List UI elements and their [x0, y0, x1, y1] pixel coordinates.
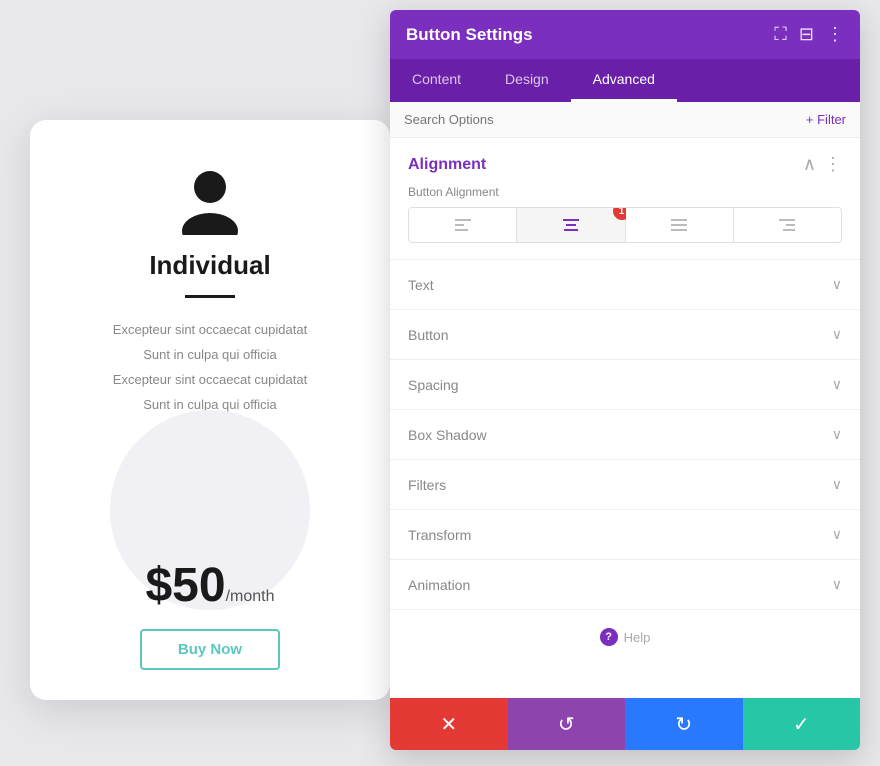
panel-tabs: Content Design Advanced [390, 59, 860, 102]
collapse-text[interactable]: Text ∨ [390, 259, 860, 309]
collapse-animation-label: Animation [408, 577, 470, 593]
align-left-button[interactable] [409, 208, 517, 242]
panel-title: Button Settings [406, 25, 533, 45]
collapse-box-shadow[interactable]: Box Shadow ∨ [390, 409, 860, 459]
collapse-button[interactable]: Button ∨ [390, 309, 860, 359]
feature-item: Sunt in culpa qui officia [60, 347, 360, 362]
collapse-animation-arrow: ∨ [832, 576, 842, 593]
features-list: Excepteur sint occaecat cupidatat Sunt i… [60, 322, 360, 422]
tab-content[interactable]: Content [390, 59, 483, 102]
divider [185, 295, 235, 298]
help-label: Help [624, 630, 651, 645]
feature-item: Excepteur sint occaecat cupidatat [60, 372, 360, 387]
section-controls: ∧ ⋮ [803, 154, 842, 175]
avatar [170, 160, 250, 240]
settings-panel: Button Settings ⛶ ⊟ ⋮ Content Design Adv… [390, 10, 860, 750]
search-input[interactable] [404, 112, 806, 127]
collapse-icon[interactable]: ∧ [803, 154, 816, 175]
columns-icon[interactable]: ⊟ [799, 24, 814, 45]
collapse-box-shadow-label: Box Shadow [408, 427, 487, 443]
filter-button[interactable]: + Filter [806, 112, 846, 127]
price-amount: $50/month [145, 558, 274, 613]
collapse-animation[interactable]: Animation ∨ [390, 559, 860, 609]
collapse-spacing[interactable]: Spacing ∨ [390, 359, 860, 409]
panel-body: Alignment ∧ ⋮ Button Alignment [390, 138, 860, 698]
plan-name: Individual [149, 250, 270, 281]
action-bar: ✕ ↺ ↻ ✓ [390, 698, 860, 750]
tab-design[interactable]: Design [483, 59, 571, 102]
save-button[interactable]: ✓ [743, 698, 861, 750]
options-icon[interactable]: ⋮ [824, 154, 842, 175]
help-row: ? Help [390, 609, 860, 664]
collapse-button-arrow: ∨ [832, 326, 842, 343]
tab-advanced[interactable]: Advanced [571, 59, 677, 102]
help-icon: ? [600, 628, 618, 646]
pricing-card: Individual Excepteur sint occaecat cupid… [30, 120, 390, 700]
align-center-button[interactable]: 1 [517, 208, 625, 242]
alignment-label: Button Alignment [390, 185, 860, 207]
collapse-text-arrow: ∨ [832, 276, 842, 293]
collapse-transform-arrow: ∨ [832, 526, 842, 543]
feature-item: Excepteur sint occaecat cupidatat [60, 322, 360, 337]
alignment-buttons: 1 [408, 207, 842, 243]
cancel-button[interactable]: ✕ [390, 698, 508, 750]
collapse-text-label: Text [408, 277, 434, 293]
price-section: $50/month Buy Now [60, 498, 360, 670]
collapse-spacing-arrow: ∨ [832, 376, 842, 393]
collapse-spacing-label: Spacing [408, 377, 459, 393]
alignment-section-header: Alignment ∧ ⋮ [390, 138, 860, 185]
collapse-filters[interactable]: Filters ∨ [390, 459, 860, 509]
panel-header: Button Settings ⛶ ⊟ ⋮ [390, 10, 860, 59]
panel-header-icons: ⛶ ⊟ ⋮ [774, 24, 844, 45]
more-icon[interactable]: ⋮ [826, 24, 844, 45]
buy-now-button[interactable]: Buy Now [140, 629, 280, 670]
align-justify-button[interactable] [626, 208, 734, 242]
redo-button[interactable]: ↻ [625, 698, 743, 750]
search-bar: + Filter [390, 102, 860, 138]
collapse-button-label: Button [408, 327, 448, 343]
expand-icon[interactable]: ⛶ [774, 24, 787, 45]
collapse-box-shadow-arrow: ∨ [832, 426, 842, 443]
collapse-transform-label: Transform [408, 527, 471, 543]
alignment-title: Alignment [408, 156, 486, 174]
align-right-button[interactable] [734, 208, 841, 242]
collapse-filters-label: Filters [408, 477, 446, 493]
undo-button[interactable]: ↺ [508, 698, 626, 750]
collapse-filters-arrow: ∨ [832, 476, 842, 493]
collapse-transform[interactable]: Transform ∨ [390, 509, 860, 559]
